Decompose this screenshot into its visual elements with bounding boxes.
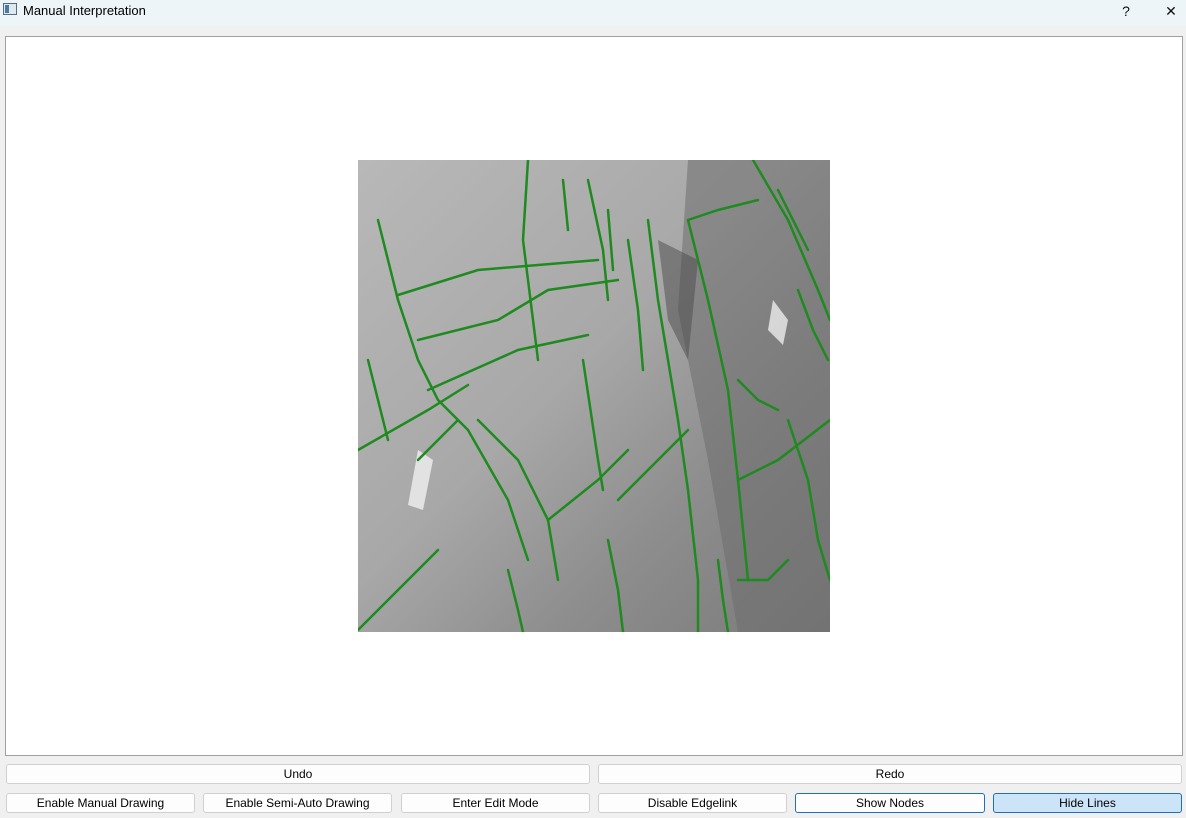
close-button[interactable]: ✕ bbox=[1156, 0, 1186, 22]
redo-button[interactable]: Redo bbox=[598, 764, 1182, 784]
show-nodes-button[interactable]: Show Nodes bbox=[795, 793, 985, 813]
hide-lines-button[interactable]: Hide Lines bbox=[993, 793, 1182, 813]
enable-semi-auto-drawing-button[interactable]: Enable Semi-Auto Drawing bbox=[203, 793, 392, 813]
disable-edgelink-button[interactable]: Disable Edgelink bbox=[598, 793, 787, 813]
title-bar: Manual Interpretation ? ✕ bbox=[0, 0, 1186, 26]
undo-button[interactable]: Undo bbox=[6, 764, 590, 784]
enter-edit-mode-button[interactable]: Enter Edit Mode bbox=[401, 793, 590, 813]
window-title: Manual Interpretation bbox=[23, 3, 146, 18]
drawing-canvas[interactable] bbox=[5, 36, 1183, 756]
app-icon bbox=[3, 3, 17, 15]
help-button[interactable]: ? bbox=[1111, 0, 1141, 22]
rock-outcrop-image[interactable] bbox=[358, 160, 830, 632]
enable-manual-drawing-button[interactable]: Enable Manual Drawing bbox=[6, 793, 195, 813]
